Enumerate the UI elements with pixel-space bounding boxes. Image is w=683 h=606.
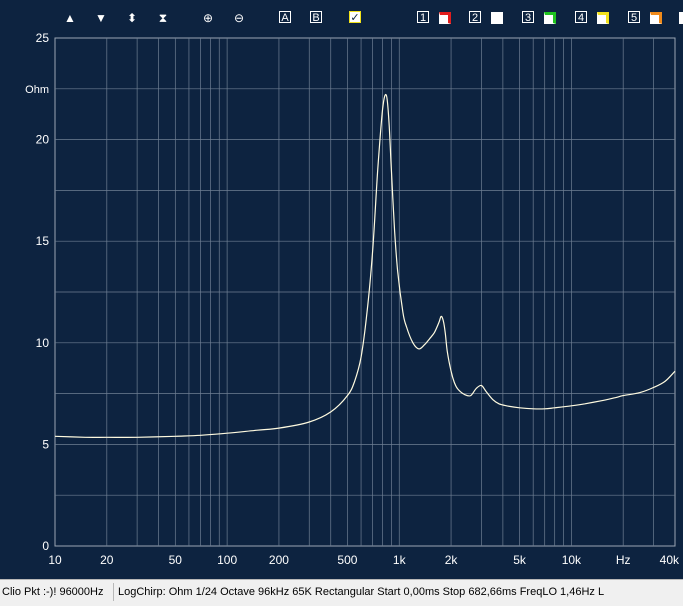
status-measurement: LogChirp: Ohm 1/24 Octave 96kHz 65K Rect… <box>118 586 605 598</box>
x-tick-label: 40k <box>660 553 680 567</box>
x-tick-label: 2k <box>445 553 459 567</box>
scroll-down-icon[interactable]: ▼ <box>93 10 109 26</box>
y-tick-label: 5 <box>42 437 49 451</box>
marker-a-button[interactable]: A <box>279 11 291 24</box>
y-tick-label: 15 <box>36 234 50 248</box>
x-axis-label: Hz <box>616 553 631 567</box>
x-tick-label: 20 <box>100 553 114 567</box>
overlay-3-button[interactable]: 3 <box>522 11 534 24</box>
overlay-5-color-icon[interactable] <box>650 12 662 24</box>
x-tick-label: 10k <box>562 553 582 567</box>
compress-vertical-icon[interactable]: ⧗ <box>155 10 171 26</box>
overlay-1-color-icon[interactable] <box>439 12 451 24</box>
overlay-2-color-icon[interactable] <box>491 12 503 24</box>
x-tick-label: 1k <box>393 553 407 567</box>
overlay-more-icon[interactable] <box>679 12 683 24</box>
x-tick-label: 10 <box>48 553 62 567</box>
zoom-in-icon[interactable]: ⊕ <box>200 10 216 26</box>
impedance-chart: 0 5 10 15 20 25 Ohm 10 20 50 100 200 500 1k 2k 5k 10k 40k… <box>0 32 683 572</box>
x-tick-label: 50 <box>169 553 183 567</box>
checkbox-icon[interactable]: ✓ <box>349 11 361 24</box>
status-separator <box>113 583 114 601</box>
analyzer-window: ▲ ▼ ⬍ ⧗ ⊕ ⊖ A B ✓ 1 2 3 4 5 0 5 10 15 20 25 Ohm 10 20 50 100 200… <box>0 0 683 606</box>
x-tick-label: 500 <box>337 553 357 567</box>
overlay-1-button[interactable]: 1 <box>417 11 429 24</box>
status-device: Clio Pkt :-)! 96000Hz <box>2 586 104 598</box>
overlay-4-button[interactable]: 4 <box>575 11 587 24</box>
y-tick-label: 25 <box>36 32 50 45</box>
y-tick-label: 20 <box>36 133 50 147</box>
status-bar: Clio Pkt :-)! 96000Hz LogChirp: Ohm 1/24… <box>0 579 683 606</box>
expand-vertical-icon[interactable]: ⬍ <box>124 10 140 26</box>
x-tick-label: 5k <box>513 553 527 567</box>
overlay-2-button[interactable]: 2 <box>469 11 481 24</box>
x-tick-label: 100 <box>217 553 237 567</box>
overlay-4-color-icon[interactable] <box>597 12 609 24</box>
zoom-out-icon[interactable]: ⊖ <box>231 10 247 26</box>
overlay-3-color-icon[interactable] <box>544 12 556 24</box>
y-tick-label: 10 <box>36 336 50 350</box>
x-tick-label: 200 <box>269 553 289 567</box>
overlay-5-button[interactable]: 5 <box>628 11 640 24</box>
toolbar: ▲ ▼ ⬍ ⧗ ⊕ ⊖ A B ✓ 1 2 3 4 5 <box>0 0 683 32</box>
scroll-up-icon[interactable]: ▲ <box>62 10 78 26</box>
y-axis-label: Ohm <box>25 84 49 96</box>
y-tick-label: 0 <box>42 539 49 553</box>
marker-b-button[interactable]: B <box>310 11 322 24</box>
